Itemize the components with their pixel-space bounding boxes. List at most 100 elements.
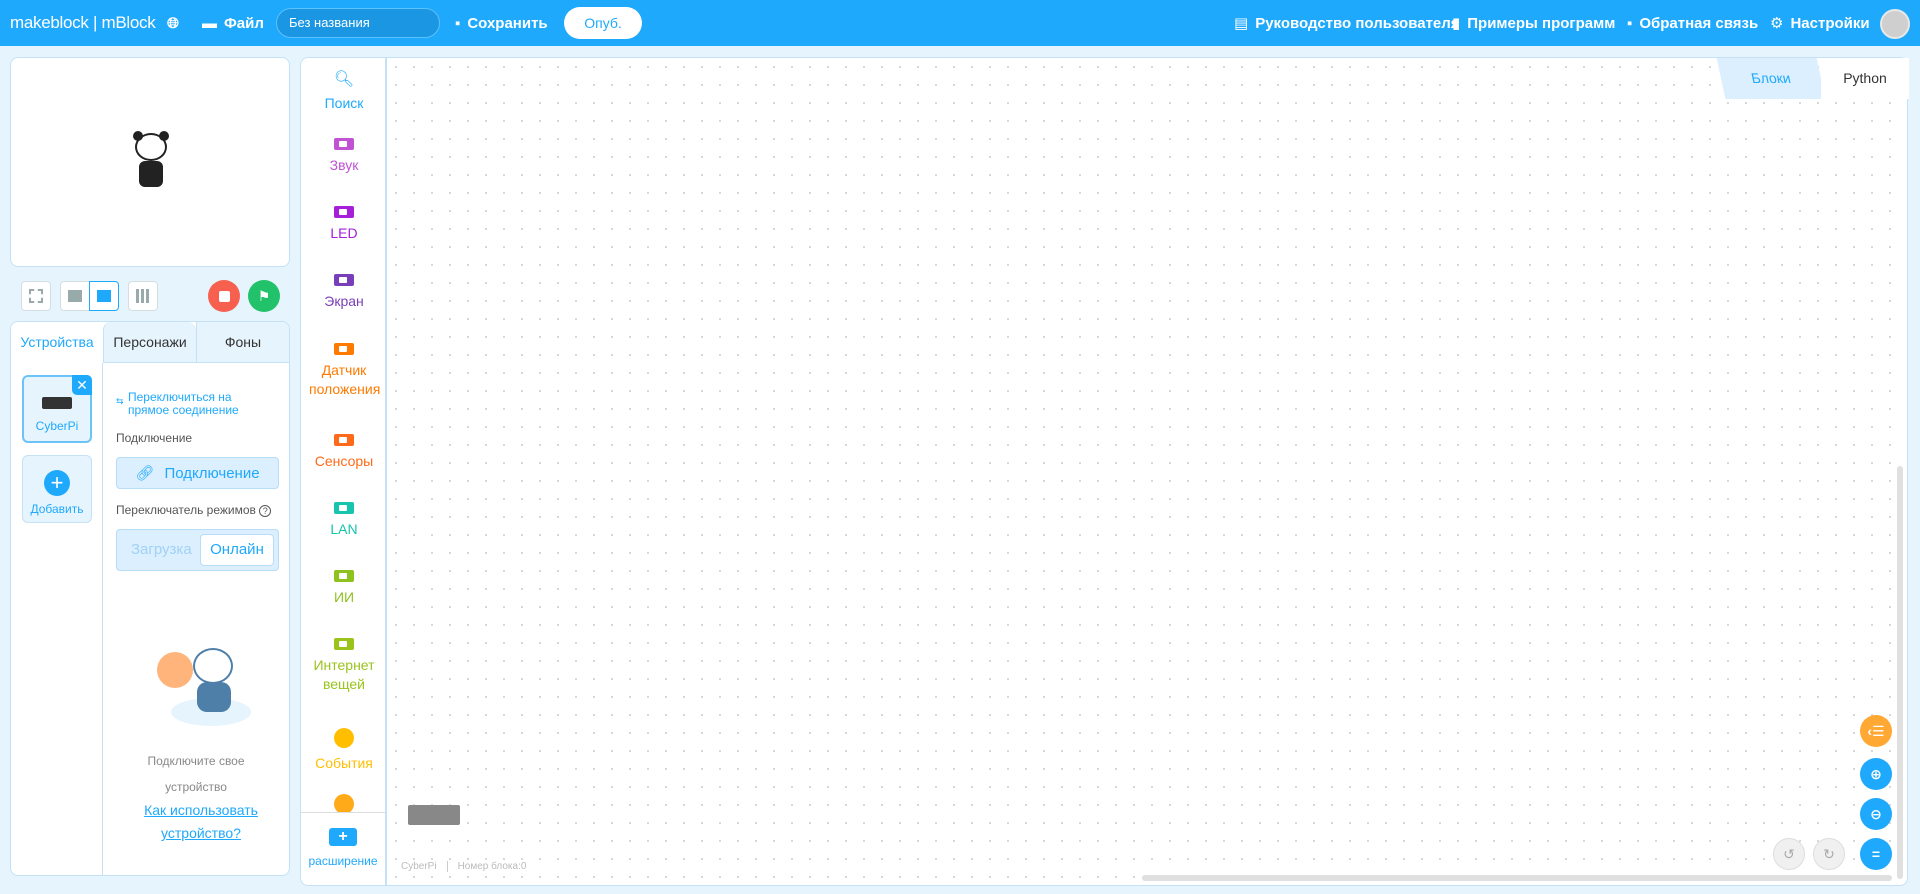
avatar[interactable] [1880, 9, 1910, 39]
chat-icon: ▪ [1627, 14, 1633, 32]
redo-icon: ↻ [1823, 845, 1835, 862]
add-device-button[interactable]: + Добавить [22, 455, 92, 523]
user-guide-link[interactable]: ▤ Руководство пользователя [1234, 0, 1460, 46]
switch-connection-link[interactable]: ⇆ Переключиться на прямое соединение [116, 391, 256, 417]
mode-switch-label: Переключатель режимов ? [116, 503, 279, 517]
cyberpi-icon [42, 397, 72, 409]
grid-icon [136, 289, 150, 303]
project-name-input[interactable]: Без названия [276, 8, 440, 38]
category-4[interactable]: Датчик положения [301, 343, 385, 399]
category-label: События [315, 755, 373, 771]
grid-view-button[interactable] [128, 281, 158, 311]
empty-text-2: устройство [165, 780, 227, 794]
logo: makeblock | mBlock [10, 13, 156, 32]
device-cyberpi[interactable]: ✕ CyberPi [22, 375, 92, 443]
redo-button[interactable]: ↻ [1813, 838, 1845, 870]
category-5[interactable]: Сенсоры [301, 434, 385, 471]
delete-device-icon[interactable]: ✕ [72, 375, 92, 395]
category-label: LED [330, 225, 358, 241]
gear-icon: ⚙ [1770, 15, 1784, 32]
switch-label: Переключиться на прямое соединение [128, 390, 239, 417]
empty-state-text: Подключите свое устройство [103, 748, 289, 800]
file-label: Файл [224, 14, 264, 32]
category-block-icon [334, 434, 354, 446]
category-block-icon [334, 502, 354, 514]
device-label: CyberPi [35, 419, 79, 433]
category-label: Датчик положения [309, 362, 381, 397]
feedback-label: Обратная связь [1639, 14, 1759, 32]
file-menu[interactable]: ▬ Файл [202, 0, 264, 46]
globe-icon[interactable]: 🌐︎ [167, 0, 179, 46]
stage[interactable] [10, 57, 290, 267]
category-2[interactable]: LED [301, 206, 385, 243]
script-canvas[interactable]: Блоки Python CyberPi Номер блока:0 [386, 57, 1909, 886]
footer-device: CyberPi [401, 861, 437, 872]
zoom-in-button[interactable]: ⊕ [1860, 758, 1892, 790]
help-icon[interactable]: ? [259, 505, 272, 517]
category-label: Звук [329, 157, 359, 173]
add-extension-icon: + [329, 828, 357, 846]
category-label: LAN [330, 521, 358, 537]
tab-blocks[interactable]: Блоки [1716, 58, 1826, 99]
small-stage-button[interactable] [60, 281, 90, 311]
save-label: Сохранить [467, 14, 548, 32]
vertical-scrollbar[interactable] [1897, 466, 1903, 879]
list-collapse-icon: ‹☰ [1867, 722, 1885, 739]
stop-button[interactable] [208, 280, 240, 312]
mode-label-text: Переключатель режимов [116, 503, 256, 517]
category-block-icon [334, 206, 354, 218]
collapse-panel-button[interactable]: ‹☰ [1860, 715, 1892, 747]
category-label: ИИ [333, 589, 355, 605]
examples-link[interactable]: ▮ Примеры программ [1452, 0, 1615, 46]
mode-upload[interactable]: Загрузка [131, 541, 192, 558]
green-flag-button[interactable]: ⚑ [248, 280, 280, 312]
horizontal-scrollbar[interactable] [1142, 875, 1892, 881]
top-bar: makeblock | mBlock 🌐︎ ▬ Файл Без названия… [0, 0, 1920, 46]
mode-live[interactable]: Онлайн [200, 534, 274, 566]
category-8[interactable]: Интернет вещей [301, 638, 385, 694]
publish-button[interactable]: Опуб. [564, 7, 642, 39]
mode-switch: Загрузка Онлайн [116, 529, 279, 571]
category-3[interactable]: Экран [301, 274, 385, 311]
feedback-link[interactable]: ▪ Обратная связь [1627, 0, 1758, 46]
category-label: Поиск [324, 95, 364, 111]
examples-label: Примеры программ [1467, 14, 1616, 32]
extension-button[interactable]: + расширение [301, 812, 385, 885]
layout-icon [97, 290, 111, 302]
next-category-dot-icon [334, 794, 354, 814]
tab-devices[interactable]: Устройства [11, 322, 103, 363]
footer-block-count: Номер блока:0 [457, 861, 527, 872]
link-icon: 🔗︎ [135, 465, 155, 482]
category-label: Сенсоры [314, 453, 374, 469]
canvas-footer: CyberPi Номер блока:0 [401, 861, 526, 872]
tab-backgrounds[interactable]: Фоны [196, 322, 289, 363]
settings-menu[interactable]: ⚙ Настройки [1770, 0, 1870, 46]
help-link[interactable]: Как использовать устройство? [136, 799, 266, 845]
guide-label: Руководство пользователя [1255, 14, 1460, 32]
panda-sprite [131, 131, 171, 191]
extension-label: расширение [308, 854, 378, 868]
large-stage-button[interactable] [89, 281, 119, 311]
undo-button[interactable]: ↺ [1773, 838, 1805, 870]
undo-icon: ↺ [1783, 845, 1795, 862]
cyberpi-thumbnail [408, 805, 460, 825]
events-dot-icon [334, 728, 354, 748]
connect-button[interactable]: 🔗︎ Подключение [116, 457, 279, 489]
tab-python[interactable]: Python [1821, 58, 1909, 99]
fullscreen-button[interactable] [21, 281, 51, 311]
empty-text-1: Подключите свое [147, 754, 245, 768]
add-label: Добавить [30, 502, 84, 516]
category-6[interactable]: LAN [301, 502, 385, 539]
zoom-out-button[interactable]: ⊖ [1860, 798, 1892, 830]
category-0[interactable]: 🔍︎ Поиск [301, 70, 385, 113]
category-9[interactable]: События [301, 728, 385, 773]
save-button[interactable]: ▪ Сохранить [455, 0, 548, 46]
category-1[interactable]: Звук [301, 138, 385, 175]
category-block-icon [334, 570, 354, 582]
disconnected-panda-illustration [147, 648, 257, 728]
category-7[interactable]: ИИ [301, 570, 385, 607]
stop-icon [218, 290, 230, 302]
connection-label: Подключение [116, 431, 193, 445]
tab-sprites[interactable]: Персонажи [103, 322, 196, 363]
reset-zoom-button[interactable]: = [1860, 838, 1892, 870]
